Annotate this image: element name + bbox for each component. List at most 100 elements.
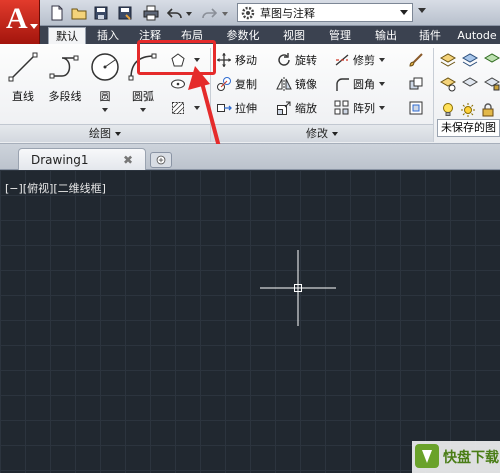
scale-tool-label: 缩放 [295, 102, 317, 115]
chevron-down-icon [30, 24, 38, 29]
modify-panel-title: 修改 [306, 127, 328, 140]
gear-icon [241, 6, 255, 19]
line-tool-button[interactable]: 直线 [2, 48, 44, 122]
watermark-text: 快盘下载 [443, 449, 499, 466]
save-as-icon[interactable] [116, 4, 134, 21]
panel-divider [433, 48, 434, 142]
hatch-dropdown-icon[interactable] [194, 106, 200, 110]
ellipse-icon [171, 79, 185, 89]
fillet-tool-button[interactable]: 圆角 [334, 74, 385, 94]
brush-icon [409, 53, 423, 67]
stretch-icon [217, 104, 232, 112]
redo-dropdown-icon[interactable] [222, 12, 228, 16]
line-icon [8, 52, 38, 82]
explode-tool-button[interactable] [406, 74, 426, 94]
viewport-controls-label[interactable]: [−][俯视][二维线框] [5, 180, 106, 196]
layer-freeze-icon [461, 77, 479, 87]
chevron-down-icon [379, 106, 385, 110]
layer-dropdown[interactable]: 未保存的图 [437, 119, 500, 137]
mirror-tool-button[interactable]: 镜像 [276, 74, 317, 94]
layer-properties-button[interactable] [438, 50, 458, 70]
layer-lock-icon [483, 77, 500, 91]
quick-access-more-icon[interactable] [418, 8, 426, 13]
hatch-tool-button[interactable] [168, 98, 188, 118]
drawing-canvas[interactable] [0, 170, 500, 473]
print-icon[interactable] [142, 4, 160, 21]
file-tab-bar: Drawing1 ✖ [0, 144, 500, 170]
array-tool-button[interactable]: 阵列 [334, 98, 385, 118]
trim-icon [335, 54, 349, 66]
file-tab-drawing1[interactable]: Drawing1 ✖ [18, 148, 146, 170]
workspace-label: 草图与注释 [260, 6, 315, 20]
layer-isolate-icon [483, 53, 500, 63]
stretch-tool-label: 拉伸 [235, 102, 257, 115]
app-logo-letter: A [6, 2, 28, 35]
draw-panel-title: 绘图 [89, 127, 111, 140]
circle-tool-button[interactable]: 圆 [84, 48, 126, 122]
undo-icon[interactable] [166, 4, 184, 21]
tab-plugins[interactable]: 插件 [410, 27, 450, 44]
move-tool-label: 移动 [235, 54, 257, 67]
trim-tool-button[interactable]: 修剪 [334, 50, 385, 70]
polyline-tool-button[interactable]: 多段线 [44, 48, 86, 122]
copy-tool-label: 复制 [235, 78, 257, 91]
trim-tool-label: 修剪 [353, 54, 375, 67]
modify-panel-footer[interactable]: 修改 [211, 124, 433, 142]
tab-parametric[interactable]: 参数化 [218, 27, 268, 44]
stretch-tool-button[interactable]: 拉伸 [216, 98, 257, 118]
tab-autodesk[interactable]: Autode [454, 27, 500, 44]
tab-view[interactable]: 视图 [274, 27, 314, 44]
file-tab-label: Drawing1 [31, 153, 89, 167]
ellipse-tool-button[interactable] [168, 74, 188, 94]
layer-match-icon [439, 77, 457, 92]
open-folder-icon[interactable] [70, 4, 88, 21]
ellipse-dropdown-icon[interactable] [194, 82, 200, 86]
workspace-select[interactable]: 草图与注释 [237, 3, 413, 22]
layer-freeze-button[interactable] [460, 74, 480, 94]
watermark: 快盘下载 [412, 441, 500, 473]
brand-logo: 快盘下载 [415, 444, 499, 468]
offset-tool-button[interactable] [406, 98, 426, 118]
tab-insert[interactable]: 插入 [88, 27, 128, 44]
circle-icon [91, 53, 119, 81]
rotate-icon [278, 53, 290, 66]
tab-default[interactable]: 默认 [48, 27, 86, 44]
explode-icon [409, 77, 423, 90]
rotate-tool-button[interactable]: 旋转 [276, 50, 317, 70]
lightbulb-icon[interactable] [438, 100, 458, 120]
crosshair-cursor [260, 250, 336, 326]
layer-state-button[interactable] [460, 50, 480, 70]
new-file-icon[interactable] [48, 4, 66, 21]
ribbon-tab-bar: 默认 插入 注释 布局 参数化 视图 管理 输出 插件 Autode [40, 26, 500, 44]
application-menu-button[interactable]: A [0, 0, 40, 44]
layer-match-button[interactable] [438, 74, 458, 94]
tab-manage[interactable]: 管理 [320, 27, 360, 44]
chevron-down-icon [102, 108, 108, 112]
array-icon [334, 100, 349, 115]
layer-properties-icon [439, 53, 457, 67]
move-icon [217, 53, 231, 67]
layer-lock-button[interactable] [482, 74, 500, 94]
redo-icon[interactable] [200, 4, 218, 21]
close-icon[interactable]: ✖ [123, 153, 133, 167]
mirror-tool-label: 镜像 [295, 78, 317, 91]
sun-icon[interactable] [458, 100, 478, 120]
tab-output[interactable]: 输出 [366, 27, 406, 44]
lock-icon[interactable] [478, 100, 498, 120]
draw-panel-footer[interactable]: 绘图 [0, 124, 210, 142]
scale-tool-button[interactable]: 缩放 [276, 98, 317, 118]
save-icon[interactable] [92, 4, 110, 21]
mirror-icon [276, 77, 292, 91]
highlight-box [137, 40, 216, 75]
copy-tool-button[interactable]: 复制 [216, 74, 257, 94]
move-tool-button[interactable]: 移动 [216, 50, 257, 70]
offset-icon [409, 101, 423, 115]
layer-state-icon [461, 53, 479, 67]
new-tab-button[interactable] [150, 152, 172, 168]
erase-tool-button[interactable] [406, 50, 426, 70]
chevron-down-icon [140, 108, 146, 112]
layer-isolate-button[interactable] [482, 50, 500, 70]
scale-icon [277, 101, 291, 115]
undo-dropdown-icon[interactable] [186, 12, 192, 16]
chevron-down-icon [400, 10, 408, 15]
